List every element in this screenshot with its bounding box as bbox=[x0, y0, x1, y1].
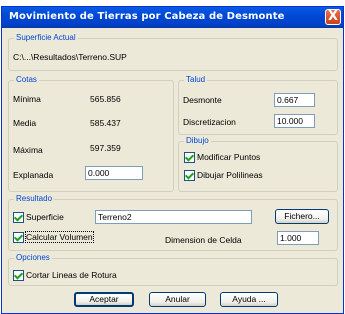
minima-value: 565.856 bbox=[90, 94, 121, 104]
media-label: Media bbox=[13, 118, 37, 128]
explanada-label: Explanada bbox=[13, 170, 54, 180]
talud-group: Talud Desmonte 0.667 Discretizacion 10.0… bbox=[178, 75, 338, 135]
superficie-name-input[interactable]: Terreno2 bbox=[95, 210, 252, 224]
cotas-group: Cotas Mínima 565.856 Media 585.437 Máxim… bbox=[8, 75, 174, 192]
cortar-lineas-label[interactable]: Cortar Lineas de Rotura bbox=[26, 270, 117, 280]
cotas-legend: Cotas bbox=[14, 75, 39, 84]
minima-label: Mínima bbox=[13, 94, 41, 104]
aceptar-button[interactable]: Aceptar bbox=[74, 292, 134, 307]
dibujo-group: Dibujo Modificar Puntos Dibujar Poliline… bbox=[178, 136, 338, 192]
media-value: 585.437 bbox=[90, 118, 121, 128]
ayuda-button[interactable]: Ayuda ... bbox=[220, 292, 278, 307]
talud-legend: Talud bbox=[184, 75, 208, 84]
superficie-label[interactable]: Superficie bbox=[26, 212, 64, 222]
window-title: Movimiento de Tierras por Cabeza de Desm… bbox=[9, 11, 285, 22]
calcular-volumen-label[interactable]: Calcular Volumen bbox=[25, 231, 94, 243]
fichero-button[interactable]: Fichero... bbox=[275, 209, 329, 224]
dialog-window: Movimiento de Tierras por Cabeza de Desm… bbox=[1, 6, 344, 314]
resultado-group: Resultado Superficie Terreno2 Fichero...… bbox=[8, 194, 338, 251]
dimension-celda-input[interactable]: 1.000 bbox=[277, 231, 319, 245]
close-button[interactable]: X bbox=[325, 9, 341, 25]
superficie-actual-group: Superficie Actual C:\...\Resultados\Terr… bbox=[8, 33, 338, 71]
discretizacion-input[interactable]: 10.000 bbox=[274, 114, 315, 128]
opciones-legend: Opciones bbox=[14, 253, 52, 262]
dibujar-polilineas-checkbox[interactable] bbox=[184, 170, 195, 181]
dimension-celda-label: Dimension de Celda bbox=[165, 235, 242, 245]
maxima-label: Máxima bbox=[13, 145, 43, 155]
dibujar-polilineas-label[interactable]: Dibujar Polilineas bbox=[197, 170, 263, 180]
desmonte-input[interactable]: 0.667 bbox=[274, 93, 315, 107]
calcular-volumen-checkbox[interactable] bbox=[13, 232, 24, 243]
anular-button[interactable]: Anular bbox=[149, 292, 206, 307]
superficie-actual-path: C:\...\Resultados\Terreno.SUP bbox=[13, 52, 127, 62]
close-icon: X bbox=[327, 9, 339, 24]
modificar-puntos-label[interactable]: Modificar Puntos bbox=[197, 152, 260, 162]
modificar-puntos-checkbox[interactable] bbox=[184, 152, 195, 163]
maxima-value: 597.359 bbox=[90, 143, 121, 153]
superficie-actual-legend: Superficie Actual bbox=[14, 33, 78, 42]
desmonte-label: Desmonte bbox=[183, 95, 222, 105]
opciones-group: Opciones Cortar Lineas de Rotura bbox=[8, 253, 338, 286]
resultado-legend: Resultado bbox=[14, 194, 55, 203]
explanada-input[interactable]: 0.000 bbox=[85, 166, 143, 180]
title-bar[interactable]: Movimiento de Tierras por Cabeza de Desm… bbox=[2, 7, 343, 28]
discretizacion-label: Discretizacion bbox=[183, 117, 236, 127]
dibujo-legend: Dibujo bbox=[184, 136, 211, 145]
cortar-lineas-checkbox[interactable] bbox=[13, 270, 24, 281]
superficie-checkbox[interactable] bbox=[13, 212, 24, 223]
